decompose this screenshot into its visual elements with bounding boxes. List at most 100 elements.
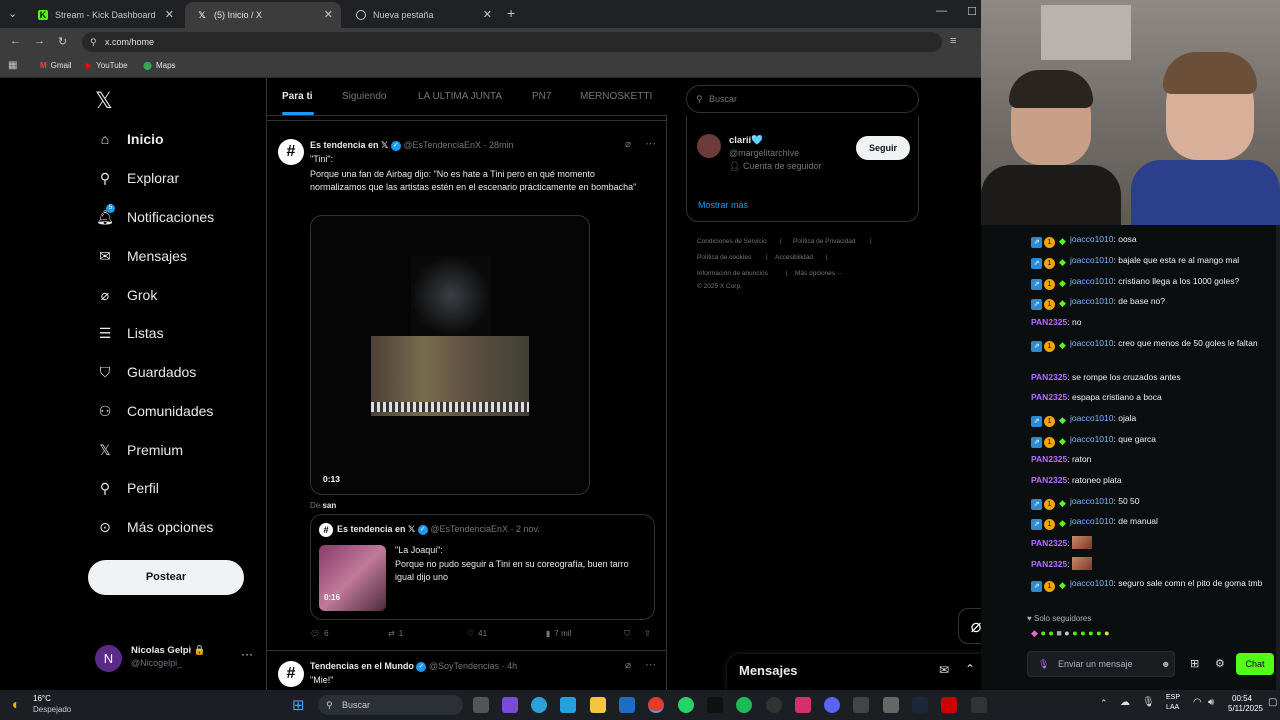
instagram-icon[interactable] bbox=[795, 697, 811, 713]
emote-icon[interactable]: ● bbox=[1104, 628, 1109, 638]
bookmark-youtube[interactable]: ▶ YouTube bbox=[86, 61, 128, 70]
volume-icon[interactable]: 🔊︎ bbox=[1208, 697, 1214, 708]
chat-username[interactable]: joacco1010 bbox=[1070, 578, 1113, 588]
tab-siguiendo[interactable]: Siguiendo bbox=[342, 91, 386, 102]
tweet-time[interactable]: 4h bbox=[507, 661, 517, 671]
back-icon[interactable]: ← bbox=[10, 35, 21, 47]
whatsapp-icon[interactable] bbox=[678, 697, 694, 713]
post-button[interactable]: Postear bbox=[88, 560, 244, 595]
suggestion-name[interactable]: clarii🩵 bbox=[729, 135, 763, 146]
obs-icon[interactable] bbox=[971, 697, 987, 713]
apps-grid-icon[interactable]: ▦ bbox=[8, 60, 17, 71]
search-input[interactable]: ⚲ Buscar bbox=[686, 85, 919, 113]
app-icon[interactable] bbox=[853, 697, 869, 713]
close-icon[interactable]: ✕ bbox=[483, 8, 492, 21]
app-icon[interactable] bbox=[883, 697, 899, 713]
tiktok-icon[interactable] bbox=[707, 697, 723, 713]
emote-icon[interactable]: ● bbox=[1064, 628, 1069, 638]
app-icon[interactable] bbox=[766, 697, 782, 713]
minimize-icon[interactable]: — bbox=[936, 5, 947, 17]
tab-x[interactable]: 𝕏 (5) Inicio / X ✕ bbox=[185, 2, 341, 28]
app-icon[interactable] bbox=[941, 697, 957, 713]
chat-input[interactable]: 🎙︎ Enviar un mensaje ☻ bbox=[1027, 651, 1175, 677]
chrome-icon[interactable] bbox=[648, 697, 664, 713]
discord-icon[interactable] bbox=[824, 697, 840, 713]
nav-mensajes[interactable]: ✉ Mensajes bbox=[96, 247, 187, 265]
nav-inicio[interactable]: ⌂ Inicio bbox=[96, 130, 164, 148]
notifications-icon[interactable]: ▢ bbox=[1268, 697, 1277, 708]
tray-app-icon[interactable]: ☁ bbox=[1120, 697, 1130, 708]
file-explorer-icon[interactable] bbox=[590, 697, 606, 713]
nav-guardados[interactable]: ⛉ Guardados bbox=[96, 363, 197, 381]
chat-username[interactable]: joacco1010 bbox=[1070, 413, 1113, 423]
more-icon[interactable]: ⋯ bbox=[645, 137, 656, 150]
taskbar-search[interactable]: ⚲ Buscar bbox=[318, 695, 463, 715]
chat-username[interactable]: joacco1010 bbox=[1070, 338, 1113, 348]
nav-perfil[interactable]: ⚲ Perfil bbox=[96, 479, 159, 497]
site-info-icon[interactable]: ⚲ bbox=[90, 32, 97, 52]
nav-mas-opciones[interactable]: ⊙ Más opciones bbox=[96, 518, 213, 536]
grok-icon[interactable]: ⌀ bbox=[625, 660, 631, 671]
bookmark-button[interactable]: ⛉ bbox=[624, 629, 630, 639]
address-bar[interactable]: ⚲ x.com/home bbox=[82, 32, 942, 52]
reply-button[interactable]: 💬︎ 6 bbox=[310, 629, 329, 638]
tweet[interactable]: # Es tendencia en 𝕏 ✓ @EsTendenciaEnX · … bbox=[267, 122, 667, 650]
suggestion-handle[interactable]: @margelitarchive bbox=[729, 148, 799, 158]
mic-icon[interactable]: 🎙︎ bbox=[1142, 697, 1155, 708]
grok-float-icon[interactable]: ⌀ bbox=[958, 608, 981, 644]
app-icon[interactable] bbox=[619, 697, 635, 713]
footer-terms[interactable]: Condiciones de Servicio bbox=[697, 238, 767, 245]
chat-username[interactable]: PAN2325 bbox=[1031, 559, 1067, 569]
chat-username[interactable]: joacco1010 bbox=[1070, 296, 1113, 306]
emote-icon[interactable]: ◆ bbox=[1031, 628, 1038, 638]
nav-comunidades[interactable]: ⚇ Comunidades bbox=[96, 402, 214, 420]
tab-new[interactable]: Nueva pestaña ✕ bbox=[344, 2, 500, 28]
footer-cookies[interactable]: Política de cookies bbox=[697, 254, 751, 261]
nav-explorar[interactable]: ⚲ Explorar bbox=[96, 169, 179, 187]
tab-la-ultima-junta[interactable]: LA ULTIMA JUNTA bbox=[418, 91, 502, 102]
language-code[interactable]: ESP bbox=[1166, 694, 1180, 701]
nav-grok[interactable]: ⌀ Grok bbox=[96, 286, 158, 304]
chat-username[interactable]: joacco1010 bbox=[1070, 276, 1113, 286]
more-icon[interactable]: ··· bbox=[241, 647, 253, 661]
chevron-up-icon[interactable]: ⌃ bbox=[965, 662, 975, 676]
task-view-icon[interactable] bbox=[473, 697, 489, 713]
chat-username[interactable]: PAN2325 bbox=[1031, 454, 1067, 464]
tab-mernosketti[interactable]: MERNOSKETTI bbox=[580, 91, 652, 102]
close-icon[interactable]: ✕ bbox=[165, 8, 174, 21]
emote-icon[interactable]: ● bbox=[1040, 628, 1045, 638]
more-icon[interactable]: ⋯ bbox=[645, 658, 656, 671]
emote-icon[interactable]: ■ bbox=[1056, 628, 1061, 638]
follow-button[interactable]: Seguir bbox=[856, 136, 910, 160]
store-icon[interactable] bbox=[560, 697, 576, 713]
chat-username[interactable]: PAN2325 bbox=[1031, 392, 1067, 402]
chat-username[interactable]: joacco1010 bbox=[1070, 516, 1113, 526]
chevron-up-icon[interactable]: ⌃ bbox=[1100, 698, 1108, 709]
new-message-icon[interactable]: ✉ bbox=[939, 663, 949, 677]
footer-accessibility[interactable]: Accesibilidad bbox=[775, 254, 813, 261]
gear-icon[interactable]: ⚙ bbox=[1215, 657, 1225, 670]
like-button[interactable]: ♡ 41 bbox=[467, 629, 487, 638]
tweet-handle[interactable]: @SoyTendencias bbox=[429, 661, 499, 671]
clock-time[interactable]: 00:54 bbox=[1232, 694, 1252, 703]
chat-username[interactable]: joacco1010 bbox=[1070, 434, 1113, 444]
account-switcher[interactable]: N Nicolas Gelpi 🔒 @Nicogelpi_ ··· bbox=[95, 643, 253, 673]
tab-kick[interactable]: K Stream - Kick Dashboard ✕ bbox=[26, 2, 182, 28]
quote-tweet[interactable]: # Es tendencia en 𝕏 ✓ @EsTendenciaEnX · … bbox=[310, 514, 655, 620]
close-icon[interactable]: ✕ bbox=[324, 8, 333, 21]
tab-para-ti[interactable]: Para ti bbox=[282, 91, 313, 102]
tweet[interactable]: # Tendencias en el Mundo ✓ @SoyTendencia… bbox=[267, 651, 667, 690]
tweet-author[interactable]: Tendencias en el Mundo bbox=[310, 661, 414, 671]
tweet-handle[interactable]: @EsTendenciaEnX bbox=[403, 140, 481, 150]
footer-more[interactable]: Más opciones ··· bbox=[795, 270, 843, 277]
forward-icon[interactable]: → bbox=[34, 35, 45, 47]
edge-icon[interactable] bbox=[531, 697, 547, 713]
gift-icon[interactable]: ⊞ bbox=[1190, 657, 1199, 670]
x-logo-icon[interactable]: 𝕏 bbox=[95, 88, 113, 114]
messages-drawer[interactable]: Mensajes ✉ ⌃ bbox=[727, 654, 981, 690]
copilot-icon[interactable] bbox=[502, 697, 518, 713]
bookmark-maps[interactable]: ⬤ Maps bbox=[143, 61, 176, 70]
language-layout[interactable]: LAA bbox=[1166, 704, 1179, 711]
retweet-button[interactable]: ⇄ 1 bbox=[388, 629, 403, 638]
footer-privacy[interactable]: Política de Privacidad bbox=[793, 238, 856, 245]
